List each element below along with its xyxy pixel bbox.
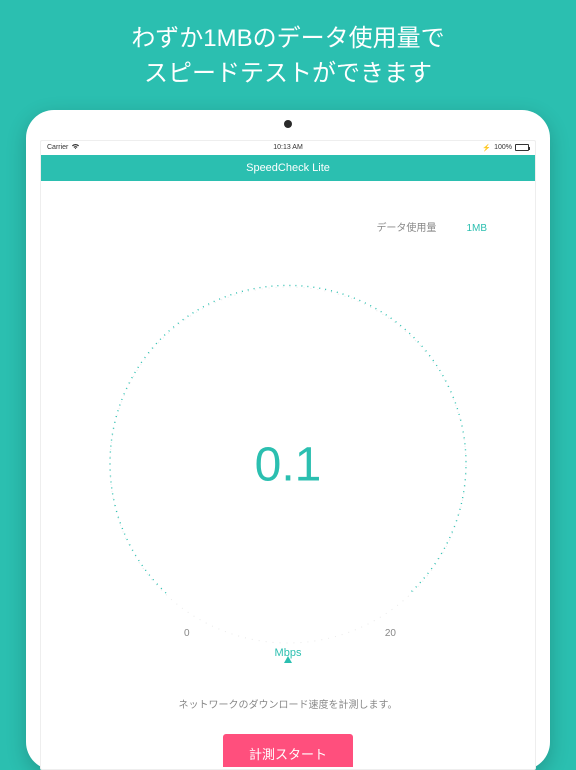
device-screen: Carrier 10:13 AM ⚡ 100% SpeedCheck Lite … [40, 140, 536, 770]
data-usage-label: データ使用量 [376, 219, 436, 234]
battery-icon [515, 144, 529, 151]
status-time: 10:13 AM [273, 144, 303, 151]
gauge-unit: Mbps [275, 647, 302, 659]
promo-headline: わずか1MBのデータ使用量で スピードテストができます [0, 0, 576, 110]
battery-percent: 100% [494, 144, 512, 151]
promo-line-2: スピードテストができます [144, 60, 432, 87]
speed-gauge: 0.1 0 20 Mbps [98, 275, 478, 655]
gauge-tick-max: 20 [385, 628, 396, 639]
data-usage-value: 1MB [466, 223, 487, 234]
device-camera [284, 120, 292, 128]
description-text: ネットワークのダウンロード速度を計測します。 [179, 696, 398, 711]
speed-value: 0.1 [255, 437, 322, 492]
main-content: データ使用量 1MB 0.1 0 20 Mbps ネットワークのダウンロード速度… [41, 181, 535, 767]
charging-icon: ⚡ [482, 144, 491, 152]
device-frame: Carrier 10:13 AM ⚡ 100% SpeedCheck Lite … [26, 110, 550, 770]
wifi-icon [71, 143, 80, 152]
promo-line-1: わずか1MBのデータ使用量で [131, 25, 444, 52]
carrier-label: Carrier [47, 144, 68, 151]
start-button[interactable]: 計測スタート [223, 734, 353, 767]
status-bar: Carrier 10:13 AM ⚡ 100% [41, 141, 535, 155]
nav-title: SpeedCheck Lite [41, 155, 535, 181]
gauge-tick-min: 0 [184, 628, 190, 639]
data-usage-row[interactable]: データ使用量 1MB [376, 219, 487, 234]
